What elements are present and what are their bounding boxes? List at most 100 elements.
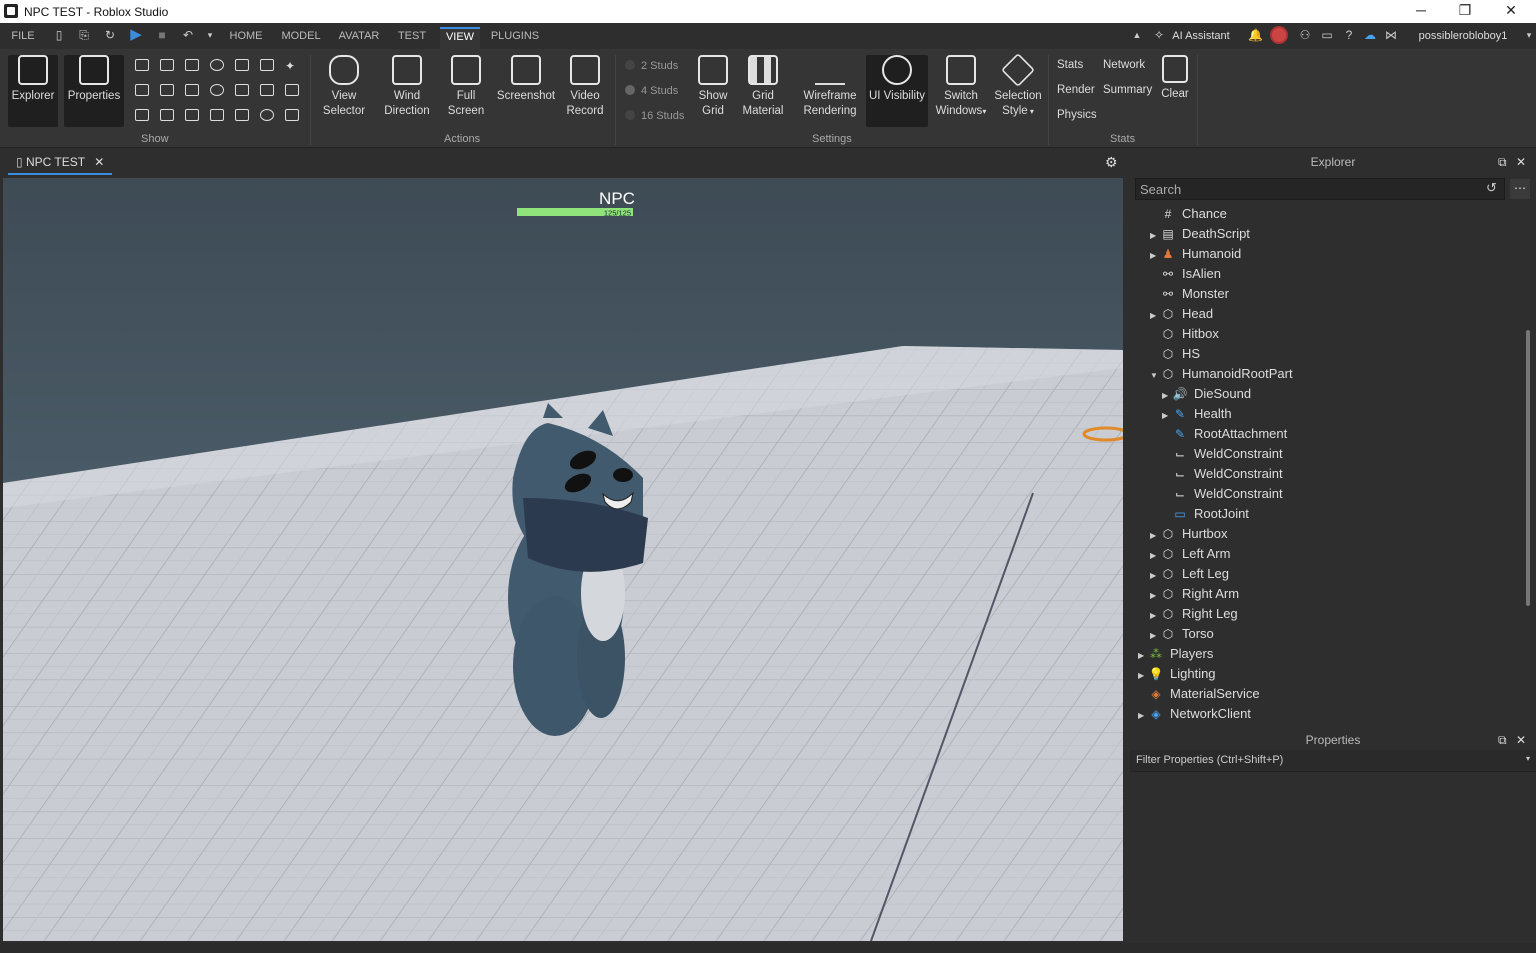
file-menu[interactable]: FILE	[8, 27, 38, 49]
physics-stats-button[interactable]: Physics	[1057, 109, 1097, 121]
expand-arrow-icon[interactable]: ▶	[1150, 246, 1160, 266]
task-scheduler-icon[interactable]	[135, 84, 149, 96]
tree-item[interactable]: ⚯ Monster	[1150, 284, 1229, 304]
user-dropdown-icon[interactable]: ▾	[1522, 28, 1536, 42]
close-window-button[interactable]: ✕	[1488, 0, 1534, 23]
team-create-icon[interactable]	[235, 59, 249, 71]
expand-arrow-icon[interactable]: ▶	[1150, 566, 1160, 586]
bar-chart-icon[interactable]	[185, 109, 199, 121]
tree-item[interactable]: ⌙ WeldConstraint	[1162, 464, 1283, 484]
tree-item[interactable]: ⌙ WeldConstraint	[1162, 484, 1283, 504]
settings-gear-icon[interactable]	[210, 84, 224, 96]
show-grid-button[interactable]: Show Grid	[692, 55, 734, 119]
chat-icon[interactable]: ▭	[1320, 28, 1334, 42]
comments-icon[interactable]	[285, 109, 299, 121]
sparkle-icon[interactable]: ✦	[285, 59, 299, 73]
play-icon[interactable]: ▶	[129, 27, 143, 42]
maximize-button[interactable]: ❐	[1442, 0, 1488, 23]
undo-dropdown-icon[interactable]: ▾	[203, 28, 217, 42]
wireframe-rendering-button[interactable]: Wireframe Rendering	[800, 55, 860, 119]
share-icon[interactable]: ⋈	[1384, 28, 1398, 42]
toolbox-icon[interactable]	[135, 109, 149, 121]
history-icon[interactable]	[260, 109, 274, 121]
output-icon[interactable]	[135, 59, 149, 71]
screenshot-button[interactable]: Screenshot	[496, 55, 556, 104]
clear-stats-button[interactable]: Clear	[1158, 55, 1192, 102]
ui-visibility-button[interactable]: UI Visibility	[866, 55, 928, 127]
tree-item[interactable]: ▶ ◈ NetworkClient	[1138, 704, 1251, 724]
expand-arrow-icon[interactable]: ▶	[1138, 646, 1148, 666]
camera-icon[interactable]	[260, 84, 274, 96]
cloud-icon[interactable]: ☁	[1363, 28, 1377, 42]
ai-assistant-button[interactable]: AI Assistant	[1170, 27, 1232, 49]
tree-item[interactable]: # Chance	[1150, 204, 1227, 224]
tab-test[interactable]: TEST	[394, 27, 430, 49]
tree-item[interactable]: ▶ 💡 Lighting	[1138, 664, 1216, 684]
minimize-button[interactable]: ─	[1398, 0, 1444, 23]
tab-npc-test[interactable]: ▯ NPC TEST ✕	[8, 149, 112, 175]
filter-properties-input[interactable]: Filter Properties (Ctrl+Shift+P) ▾	[1130, 750, 1536, 772]
avatar[interactable]	[1270, 26, 1288, 44]
tab-home[interactable]: HOME	[224, 27, 268, 49]
grid-4-studs-radio[interactable]: 4 Studs	[625, 85, 678, 97]
explorer-button[interactable]: Explorer	[8, 55, 58, 127]
expand-arrow-icon[interactable]: ▶	[1150, 586, 1160, 606]
tree-item[interactable]: ⬡ Hitbox	[1150, 324, 1219, 344]
undo-icon[interactable]: ↶	[181, 28, 195, 42]
collapse-ribbon-icon[interactable]: ▲	[1130, 28, 1144, 42]
more-options-icon[interactable]: ⋯	[1510, 179, 1530, 199]
tree-item[interactable]: ▶ ⬡ Head	[1150, 304, 1213, 324]
close-tab-icon[interactable]: ✕	[94, 155, 104, 169]
network-stats-button[interactable]: Network	[1103, 59, 1145, 71]
explorer-scrollbar[interactable]	[1526, 330, 1530, 606]
expand-arrow-icon[interactable]: ▶	[1150, 226, 1160, 246]
ai-sparkle-icon[interactable]: ✧	[1152, 28, 1166, 42]
explorer-search-input[interactable]: Search	[1135, 178, 1505, 200]
find-results-icon[interactable]	[260, 59, 274, 71]
expanded-arrow-icon[interactable]: ▼	[1150, 366, 1160, 386]
terminal-icon[interactable]	[160, 109, 174, 121]
new-file-icon[interactable]: ▯	[52, 28, 66, 42]
grid-16-studs-radio[interactable]: 16 Studs	[625, 110, 684, 122]
layers-icon[interactable]	[235, 109, 249, 121]
tree-item[interactable]: ⚯ IsAlien	[1150, 264, 1221, 284]
undock-icon[interactable]: ⧉	[1498, 150, 1507, 174]
notification-icon[interactable]: 🔔	[1248, 28, 1263, 42]
username-menu[interactable]: possiblerobloboy1	[1410, 27, 1516, 49]
video-record-button[interactable]: Video Record	[562, 55, 608, 119]
expand-arrow-icon[interactable]: ▶	[1150, 606, 1160, 626]
help-icon[interactable]: ?	[1342, 28, 1356, 42]
tree-item[interactable]: ▼ ⬡ HumanoidRootPart	[1150, 364, 1293, 384]
tree-item[interactable]: ◈ MaterialService	[1138, 684, 1259, 704]
tree-item[interactable]: ▶ ⬡ Right Arm	[1150, 584, 1239, 604]
expand-arrow-icon[interactable]: ▶	[1150, 546, 1160, 566]
tree-item[interactable]: ▶ ♟ Humanoid	[1150, 244, 1241, 264]
wind-direction-button[interactable]: Wind Direction	[380, 55, 434, 119]
history-icon[interactable]: ↺	[1486, 180, 1497, 196]
expand-arrow-icon[interactable]: ▶	[1138, 666, 1148, 686]
tab-plugins[interactable]: PLUGINS	[488, 27, 542, 49]
script-perf-icon[interactable]	[210, 59, 224, 71]
filter-dropdown-icon[interactable]: ▾	[1526, 754, 1530, 763]
expand-arrow-icon[interactable]: ▶	[1138, 706, 1148, 726]
tree-item[interactable]: ▶ ⬡ Right Leg	[1150, 604, 1238, 624]
full-screen-button[interactable]: Full Screen	[444, 55, 488, 119]
tab-avatar[interactable]: AVATAR	[334, 27, 384, 49]
undock-icon[interactable]: ⧉	[1498, 728, 1507, 752]
tree-item[interactable]: ▶ ✎ Health	[1162, 404, 1232, 424]
tree-item[interactable]: ▶ ⬡ Left Leg	[1150, 564, 1229, 584]
tab-model[interactable]: MODEL	[278, 27, 324, 49]
render-stats-button[interactable]: Render	[1057, 84, 1095, 96]
selection-style-button[interactable]: Selection Style ▾	[993, 53, 1043, 119]
close-panel-icon[interactable]: ✕	[1516, 150, 1526, 174]
archive-icon[interactable]	[210, 109, 224, 121]
summary-stats-button[interactable]: Summary	[1103, 84, 1152, 96]
add-user-icon[interactable]: ⚇	[1298, 28, 1312, 42]
refresh-icon[interactable]: ↻	[103, 28, 117, 42]
expand-arrow-icon[interactable]: ▶	[1150, 626, 1160, 646]
tree-item[interactable]: ⌙ WeldConstraint	[1162, 444, 1283, 464]
tree-item[interactable]: ▶ ▤ DeathScript	[1150, 224, 1250, 244]
command-bar-icon[interactable]	[160, 59, 174, 71]
close-panel-icon[interactable]: ✕	[1516, 728, 1526, 752]
tree-item[interactable]: ▶ ⬡ Hurtbox	[1150, 524, 1228, 544]
